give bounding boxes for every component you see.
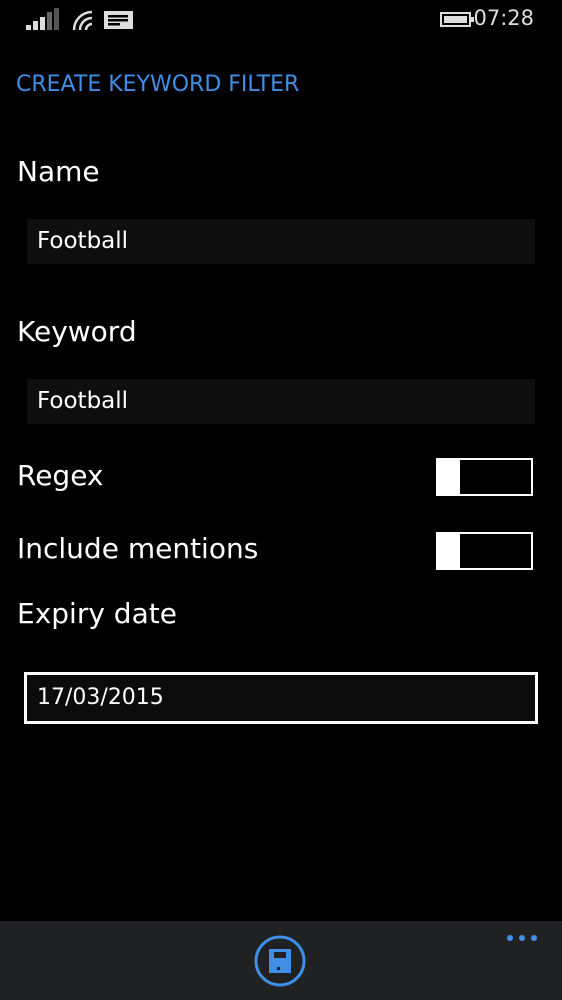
signal-icon: [26, 8, 59, 30]
more-icon[interactable]: [506, 933, 538, 943]
mentions-toggle[interactable]: [436, 532, 533, 570]
toggle-knob: [436, 458, 460, 496]
regex-label: Regex: [17, 459, 104, 492]
app-bar: [0, 921, 562, 1000]
mentions-label: Include mentions: [17, 532, 259, 565]
toggle-knob: [436, 532, 460, 570]
keyword-label: Keyword: [17, 315, 137, 348]
message-icon: [104, 11, 133, 29]
wifi-icon: [72, 10, 93, 31]
expiry-date-picker[interactable]: 17/03/2015: [24, 672, 538, 724]
status-icons: [26, 8, 133, 31]
expiry-label: Expiry date: [17, 597, 177, 630]
battery-icon: [440, 12, 474, 27]
name-input[interactable]: Football: [27, 219, 535, 264]
keyword-input[interactable]: Football: [27, 379, 535, 424]
page-title: CREATE KEYWORD FILTER: [16, 72, 300, 97]
regex-toggle[interactable]: [436, 458, 533, 496]
name-label: Name: [17, 155, 100, 188]
status-bar: 07:28: [0, 0, 562, 40]
save-icon[interactable]: [253, 934, 307, 988]
clock: 07:28: [473, 6, 534, 30]
